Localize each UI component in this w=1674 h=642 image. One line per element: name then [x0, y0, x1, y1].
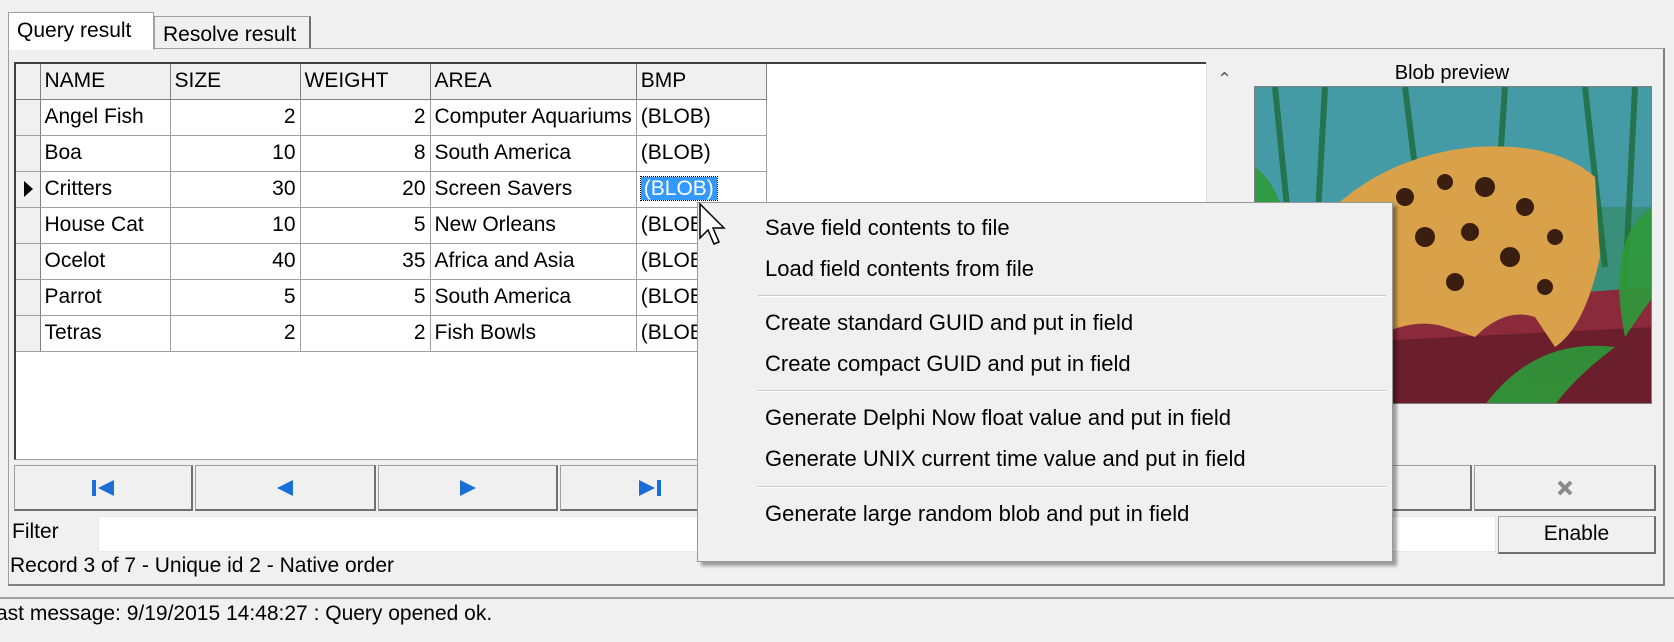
menu-item-create-standard-guid[interactable]: Create standard GUID and put in field — [765, 310, 1133, 336]
next-record-icon — [459, 479, 476, 496]
menu-separator — [758, 390, 1386, 392]
cell-area[interactable]: Computer Aquariums — [430, 99, 637, 136]
cell-area[interactable]: Africa and Asia — [430, 243, 637, 280]
cell-name[interactable]: Ocelot — [40, 243, 171, 280]
first-record-icon — [92, 479, 114, 496]
menu-separator — [758, 295, 1386, 297]
cancel-button[interactable] — [1474, 465, 1656, 511]
cell-area[interactable]: New Orleans — [430, 207, 637, 244]
cell-size[interactable]: 10 — [170, 135, 301, 172]
table-row[interactable]: Tetras 2 2 Fish Bowls (BLOB) — [16, 315, 767, 352]
menu-item-unix-current-time[interactable]: Generate UNIX current time value and put… — [765, 446, 1246, 472]
row-indicator[interactable] — [16, 315, 41, 352]
current-row-indicator[interactable] — [16, 171, 41, 208]
table-row[interactable]: House Cat 10 5 New Orleans (BLOB) — [16, 207, 767, 244]
blob-preview-label: Blob preview — [1394, 62, 1510, 84]
menu-separator — [758, 486, 1386, 488]
cell-weight[interactable]: 5 — [300, 207, 431, 244]
cell-size[interactable]: 30 — [170, 171, 301, 208]
column-header-name[interactable]: NAME — [40, 64, 171, 100]
cell-bmp[interactable]: (BLOB) — [636, 99, 767, 136]
table-row[interactable]: Ocelot 40 35 Africa and Asia (BLOB) — [16, 243, 767, 280]
last-record-icon — [638, 479, 661, 496]
prior-record-icon — [277, 479, 293, 496]
menu-item-large-random-blob[interactable]: Generate large random blob and put in fi… — [765, 501, 1189, 527]
row-indicator[interactable] — [16, 207, 41, 244]
cell-name[interactable]: House Cat — [40, 207, 171, 244]
cell-area[interactable]: Fish Bowls — [430, 315, 637, 352]
cell-name[interactable]: Boa — [40, 135, 171, 172]
enable-button[interactable]: Enable — [1498, 516, 1656, 554]
prior-record-button[interactable] — [195, 465, 376, 511]
table-row[interactable]: Boa 10 8 South America (BLOB) — [16, 135, 767, 172]
scroll-up-icon[interactable]: ⌃ — [1207, 62, 1242, 97]
column-header-area[interactable]: AREA — [430, 64, 637, 100]
next-record-button[interactable] — [378, 465, 558, 511]
cell-name[interactable]: Angel Fish — [40, 99, 171, 136]
mouse-cursor-icon — [699, 202, 726, 245]
cell-name[interactable]: Tetras — [40, 315, 171, 352]
table-row[interactable]: Parrot 5 5 South America (BLOB) — [16, 279, 767, 316]
cell-size[interactable]: 2 — [170, 99, 301, 136]
column-header-bmp[interactable]: BMP — [636, 64, 767, 100]
menu-item-create-compact-guid[interactable]: Create compact GUID and put in field — [765, 351, 1131, 377]
cell-area[interactable]: South America — [430, 279, 637, 316]
cell-name[interactable]: Parrot — [40, 279, 171, 316]
cell-weight[interactable]: 35 — [300, 243, 431, 280]
grid-header-row: NAME SIZE WEIGHT AREA BMP — [16, 64, 767, 100]
selected-cell-text: (BLOB) — [639, 176, 718, 201]
cell-name[interactable]: Critters — [40, 171, 171, 208]
cell-bmp[interactable]: (BLOB) — [636, 135, 767, 172]
row-indicator[interactable] — [16, 243, 41, 280]
cell-size[interactable]: 2 — [170, 315, 301, 352]
column-header-weight[interactable]: WEIGHT — [300, 64, 431, 100]
tab-resolve-result[interactable]: Resolve result — [154, 16, 311, 48]
status-message: ast message: 9/19/2015 14:48:27 : Query … — [0, 602, 493, 625]
row-indicator[interactable] — [16, 135, 41, 172]
cancel-icon — [1557, 480, 1572, 495]
cell-area[interactable]: Screen Savers — [430, 171, 637, 208]
menu-item-save-field-to-file[interactable]: Save field contents to file — [765, 215, 1010, 241]
table-row-current[interactable]: Critters 30 20 Screen Savers (BLOB) — [16, 171, 767, 208]
record-status: Record 3 of 7 - Unique id 2 - Native ord… — [10, 554, 395, 577]
cell-weight[interactable]: 2 — [300, 99, 431, 136]
cell-weight[interactable]: 5 — [300, 279, 431, 316]
current-row-arrow-icon — [24, 181, 33, 197]
cell-weight[interactable]: 20 — [300, 171, 431, 208]
table-row[interactable]: Angel Fish 2 2 Computer Aquariums (BLOB) — [16, 99, 767, 136]
header-indicator-cell — [16, 64, 41, 100]
column-header-size[interactable]: SIZE — [170, 64, 301, 100]
cell-size[interactable]: 10 — [170, 207, 301, 244]
cell-weight[interactable]: 8 — [300, 135, 431, 172]
cell-area[interactable]: South America — [430, 135, 637, 172]
first-record-button[interactable] — [14, 465, 193, 511]
menu-item-load-field-from-file[interactable]: Load field contents from file — [765, 256, 1034, 282]
menu-item-delphi-now-float[interactable]: Generate Delphi Now float value and put … — [765, 405, 1231, 431]
context-menu: Save field contents to file Load field c… — [697, 202, 1393, 562]
row-indicator[interactable] — [16, 279, 41, 316]
tab-query-result[interactable]: Query result — [8, 12, 154, 50]
filter-label: Filter — [12, 520, 59, 543]
grid-table: NAME SIZE WEIGHT AREA BMP Angel Fish 2 2… — [16, 64, 767, 352]
cell-weight[interactable]: 2 — [300, 315, 431, 352]
cell-size[interactable]: 40 — [170, 243, 301, 280]
row-indicator[interactable] — [16, 99, 41, 136]
cell-size[interactable]: 5 — [170, 279, 301, 316]
